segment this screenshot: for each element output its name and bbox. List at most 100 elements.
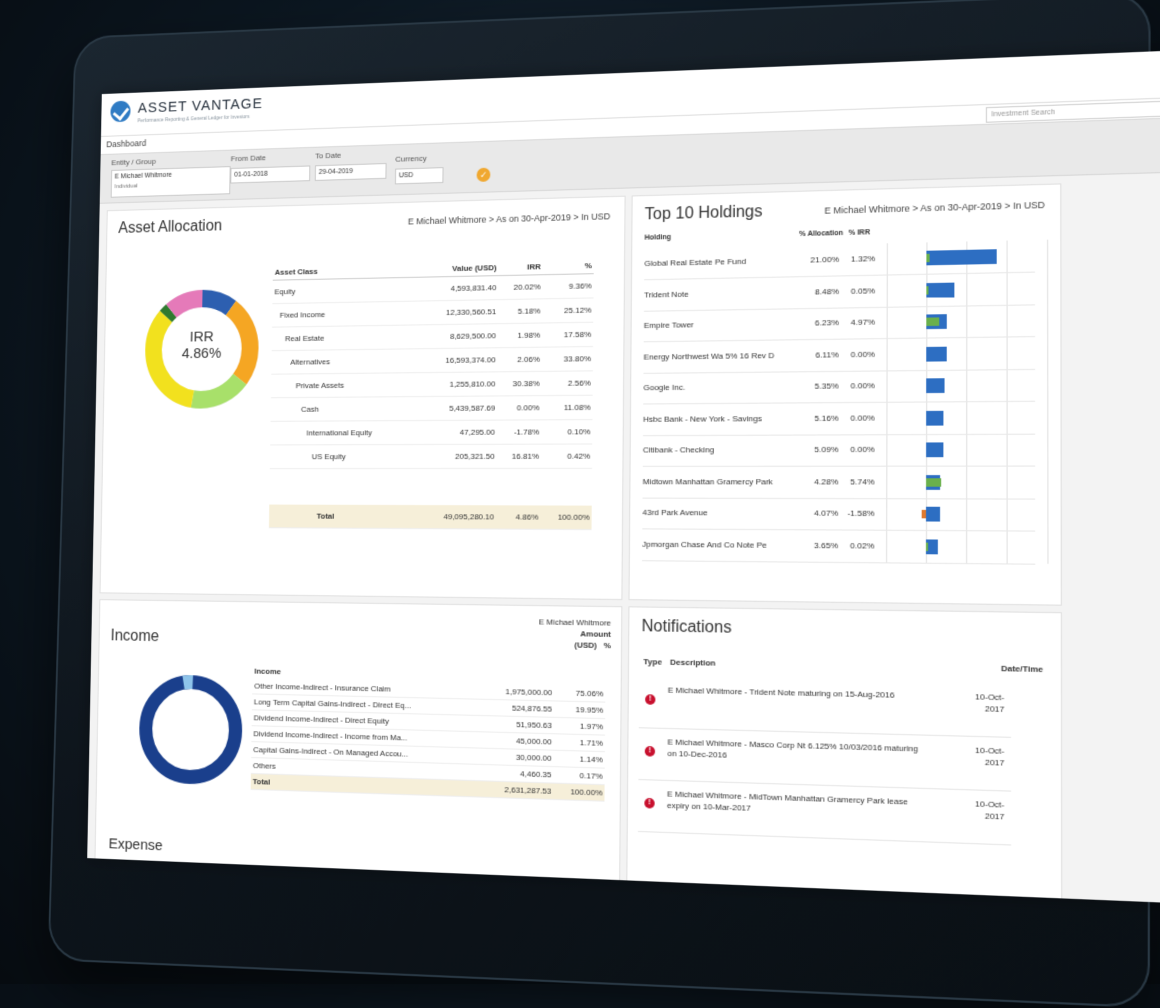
currency-label: Currency (395, 153, 427, 164)
asset-name: Real Estate (271, 324, 421, 351)
holding-irr: 0.00% (850, 380, 875, 391)
asset-allocation-donut: IRR 4.86% (140, 285, 263, 413)
asset-value: 1,255,810.00 (419, 371, 498, 397)
total-pct: 100.00% (540, 505, 592, 530)
income-total-pct: 100.00% (553, 783, 605, 802)
asset-name: Equity (272, 277, 422, 304)
holding-irr: -1.58% (847, 508, 875, 519)
table-row[interactable]: Private Assets 1,255,810.00 30.38% 2.56% (270, 370, 593, 398)
table-row[interactable]: Cash 5,439,587.69 0.00% 11.08% (270, 395, 593, 422)
asset-name: US Equity (269, 444, 420, 469)
holding-name: Google Inc. (643, 382, 686, 393)
table-row[interactable]: International Equity 47,295.00 -1.78% 0.10% (270, 419, 593, 445)
asset-pct: 17.58% (541, 322, 594, 348)
top-holdings-title: Top 10 Holdings (644, 203, 763, 224)
irr-label: IRR (189, 328, 214, 346)
table-row[interactable]: Energy Northwest Wa 5% 16 Rev D 6.11% 0.00… (643, 336, 1036, 374)
col-allocation: % Allocation (799, 229, 844, 239)
asset-allocation-table: Asset Class Value (USD) IRR % Equity 4,59… (268, 258, 594, 530)
entity-label: Entity / Group (111, 157, 157, 168)
asset-value: 12,330,560.51 (420, 299, 499, 325)
total-value: 49,095,280.10 (418, 505, 497, 530)
total-row: Total 49,095,280.10 4.86% 100.00% (268, 504, 592, 530)
income-amount: 524,876.55 (482, 699, 555, 718)
asset-name: International Equity (270, 420, 420, 445)
notifications-title: Notifications (641, 617, 732, 637)
income-pct: 19.95% (554, 700, 606, 719)
asset-value: 16,593,374.00 (420, 347, 498, 373)
table-row[interactable]: US Equity 205,321.50 16.81% 0.42% (269, 443, 593, 469)
asset-value: 205,321.50 (418, 444, 497, 469)
income-col-header: E Michael Whitmore Amount (USD) % (441, 615, 611, 651)
table-row[interactable]: Jpmorgan Chase And Co Note Pe 3.65% 0.02% (642, 528, 1036, 565)
allocation-bar (926, 282, 955, 298)
notification-desc: E Michael Whitmore - Masco Corp Nt 6.125… (667, 737, 919, 760)
table-row[interactable]: Midtown Manhattan Gramercy Park 4.28% 5.74… (642, 466, 1036, 500)
asset-value: 4,593,831.40 (420, 275, 499, 302)
alert-icon: ! (644, 746, 656, 757)
holding-name: Global Real Estate Pe Fund (644, 256, 747, 269)
income-donut (134, 669, 248, 791)
notification-item[interactable]: ! E Michael Whitmore - MidTown Manhattan… (637, 779, 1012, 846)
asset-value: 5,439,587.69 (419, 395, 498, 421)
income-pct: 75.06% (554, 685, 606, 703)
app-screen: ASSET VANTAGE Performance Reporting & Ge… (87, 49, 1160, 904)
currency-select[interactable]: USD (394, 167, 444, 185)
nav-dashboard-link[interactable]: Dashboard (106, 138, 146, 149)
apply-check-button[interactable]: ✓ (476, 167, 491, 182)
table-row[interactable]: Alternatives 16,593,374.00 2.06% 33.80% (271, 346, 594, 375)
holding-allocation: 8.48% (814, 286, 839, 297)
entity-select[interactable]: E Michael Whitmore Individual (110, 166, 231, 198)
allocation-bar (926, 442, 944, 458)
irr-bar (926, 253, 930, 263)
income-usd-label: (USD) (574, 640, 597, 651)
top-holdings-panel: Top 10 Holdings E Michael Whitmore > As … (628, 183, 1062, 606)
allocation-bar (926, 249, 997, 266)
holding-name: 43rd Park Avenue (642, 507, 708, 518)
income-pct: 1.97% (553, 717, 606, 736)
allocation-bar (926, 410, 944, 426)
alert-icon: ! (644, 797, 655, 809)
irr-bar (925, 542, 929, 551)
income-donut-main (145, 681, 236, 778)
entity-sub: Individual (114, 183, 138, 190)
holding-allocation: 4.07% (814, 508, 839, 518)
holding-irr: 4.97% (850, 317, 875, 328)
total-irr: 4.86% (495, 505, 541, 530)
table-row[interactable]: Hsbc Bank - New York - Savings 5.16% 0.00% (643, 401, 1036, 436)
asset-allocation-panel: Asset Allocation E Michael Whitmore > As… (99, 195, 626, 601)
holding-name: Midtown Manhattan Gramercy Park (642, 476, 773, 486)
notifications-panel: Notifications Type Description Date/Time… (626, 606, 1063, 901)
irr-bar (921, 509, 926, 519)
allocation-bar (925, 506, 940, 522)
holding-irr: 0.02% (850, 540, 875, 551)
table-row[interactable]: Google Inc. 5.35% 0.00% (643, 368, 1036, 405)
irr-value: 4.86% (181, 344, 222, 363)
total-label: Total (268, 504, 419, 529)
table-row[interactable]: Citibank - Checking 5.09% 0.00% (642, 433, 1036, 467)
asset-name: Alternatives (271, 348, 421, 375)
from-date-input[interactable]: 01-01-2018 (230, 165, 311, 184)
to-date-input[interactable]: 29-04-2019 (314, 163, 387, 181)
income-panel: Income E Michael Whitmore Amount (USD) %… (94, 599, 623, 883)
holding-irr: 5.74% (850, 476, 875, 487)
asset-pct: 0.42% (540, 443, 593, 469)
asset-pct: 25.12% (542, 297, 594, 323)
asset-name: Cash (270, 396, 420, 422)
holding-name: Jpmorgan Chase And Co Note Pe (642, 539, 767, 550)
income-amount: 45,000.00 (481, 731, 554, 751)
irr-bar (926, 477, 942, 487)
col-pct: % (542, 258, 594, 275)
from-date-label: From Date (230, 153, 267, 164)
income-amount: 1,975,000.00 (482, 683, 555, 701)
col-irr: IRR (498, 259, 543, 276)
to-date-label: To Date (315, 150, 342, 161)
table-row[interactable]: 43rd Park Avenue 4.07% -1.58% (642, 497, 1036, 532)
asset-irr: 0.00% (496, 395, 542, 421)
asset-pct: 9.36% (542, 273, 594, 299)
holding-allocation: 6.23% (814, 317, 839, 328)
asset-name: Fixed Income (272, 301, 421, 328)
income-title: Income (110, 627, 160, 646)
asset-irr: 16.81% (496, 444, 542, 469)
brand-logo-icon (110, 100, 131, 123)
